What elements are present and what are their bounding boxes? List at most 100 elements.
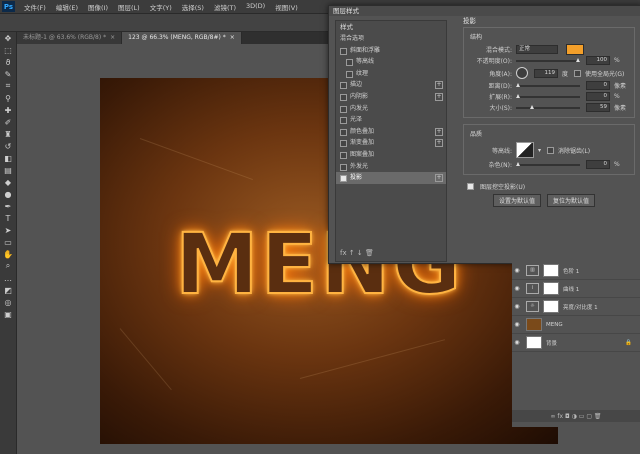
style-item[interactable]: 内发光 (336, 103, 446, 115)
style-checkbox[interactable] (346, 59, 353, 67)
visibility-eye-icon[interactable]: ◉ (512, 321, 522, 328)
angle-input[interactable]: 119 (534, 68, 558, 78)
add-icon[interactable]: + (435, 92, 443, 101)
style-item[interactable]: 图案叠加 (336, 149, 446, 161)
knockout-checkbox[interactable] (467, 183, 474, 190)
layer-row[interactable]: ◉ ☼ 亮度/对比度 1 (512, 298, 640, 316)
menu-item[interactable]: 选择(S) (177, 2, 209, 12)
zoom-tool-icon[interactable]: ⌕ (0, 260, 16, 272)
visibility-eye-icon[interactable]: ◉ (512, 285, 522, 292)
gradient-tool-icon[interactable]: ▤ (0, 164, 16, 176)
style-checkbox[interactable] (340, 163, 347, 171)
shadow-color-swatch[interactable] (566, 44, 584, 55)
style-list-footer-icons[interactable]: fx ↑ ↓ 🗑 (340, 249, 374, 257)
style-item[interactable]: 渐变叠加 + (336, 137, 446, 149)
brush-tool-icon[interactable]: ✐ (0, 116, 16, 128)
style-item[interactable]: 等高线 (336, 56, 446, 68)
style-item[interactable]: 颜色叠加 + (336, 126, 446, 138)
style-checkbox[interactable] (340, 175, 347, 183)
path-select-tool-icon[interactable]: ➤ (0, 224, 16, 236)
style-checkbox[interactable] (340, 47, 347, 55)
opacity-input[interactable]: 100 (586, 56, 610, 65)
menu-item[interactable]: 文字(Y) (145, 2, 177, 12)
document-tab[interactable]: 123 @ 66.3% (MENG, RGB/8#) * × (122, 32, 242, 44)
more-tools-icon[interactable]: … (0, 272, 16, 284)
reset-default-button[interactable]: 复位为默认值 (546, 194, 595, 207)
history-brush-tool-icon[interactable]: ↺ (0, 140, 16, 152)
style-item[interactable]: 内阴影 + (336, 91, 446, 103)
quick-mask-icon[interactable]: ◎ (0, 296, 16, 308)
layer-row[interactable]: ◉ 背景 🔒 (512, 334, 640, 352)
eyedropper-tool-icon[interactable]: ⚲ (0, 92, 16, 104)
contour-picker[interactable] (516, 142, 534, 158)
opacity-slider[interactable] (516, 57, 580, 62)
menu-item[interactable]: 视图(V) (270, 2, 303, 12)
type-tool-icon[interactable]: T (0, 212, 16, 224)
add-icon[interactable]: + (435, 127, 443, 136)
menu-item[interactable]: 文件(F) (19, 2, 51, 12)
menu-item[interactable]: 图像(I) (83, 2, 113, 12)
style-checkbox[interactable] (340, 140, 347, 148)
stamp-tool-icon[interactable]: ♜ (0, 128, 16, 140)
angle-dial[interactable] (516, 67, 528, 79)
antialias-checkbox[interactable] (547, 146, 555, 154)
style-item[interactable]: 外发光 (336, 161, 446, 173)
distance-slider[interactable] (516, 82, 580, 87)
menu-item[interactable]: 图层(L) (113, 2, 145, 12)
menu-item[interactable]: 编辑(E) (51, 2, 83, 12)
global-light-checkbox[interactable] (574, 69, 582, 77)
style-item[interactable]: 混合选项 (336, 33, 446, 45)
color-swatches-icon[interactable]: ◩ (0, 284, 16, 296)
style-checkbox[interactable] (340, 93, 347, 101)
eraser-tool-icon[interactable]: ◧ (0, 152, 16, 164)
layer-row[interactable]: ◉ ⌇ 曲线 1 (512, 280, 640, 298)
menu-item[interactable]: 滤镜(T) (209, 2, 241, 12)
healing-tool-icon[interactable]: ✚ (0, 104, 16, 116)
distance-input[interactable]: 0 (586, 81, 610, 90)
layer-row[interactable]: ◉ ▥ 色阶 1 (512, 262, 640, 280)
contour-dropdown-icon[interactable]: ▾ (538, 147, 541, 154)
spread-input[interactable]: 0 (586, 92, 610, 101)
visibility-eye-icon[interactable]: ◉ (512, 303, 522, 310)
style-checkbox[interactable] (340, 105, 347, 113)
noise-input[interactable]: 0 (586, 160, 610, 169)
style-checkbox[interactable] (346, 70, 353, 78)
move-tool-icon[interactable]: ✥ (0, 32, 16, 44)
visibility-eye-icon[interactable]: ◉ (512, 339, 522, 346)
menu-item[interactable]: 3D(D) (241, 2, 270, 12)
close-icon[interactable]: × (110, 34, 115, 41)
blend-mode-select[interactable]: 正常 (516, 45, 558, 54)
screen-mode-icon[interactable]: ▣ (0, 308, 16, 320)
style-checkbox[interactable] (340, 128, 347, 136)
pen-tool-icon[interactable]: ✒ (0, 200, 16, 212)
quick-select-tool-icon[interactable]: ✎ (0, 68, 16, 80)
visibility-eye-icon[interactable]: ◉ (512, 267, 522, 274)
add-icon[interactable]: + (435, 174, 443, 183)
style-checkbox[interactable] (340, 82, 347, 90)
spread-slider[interactable] (516, 93, 580, 98)
close-icon[interactable]: × (230, 34, 235, 41)
layers-footer-icons[interactable]: ∞ fx ◘ ◑ ▭ ▢ 🗑 (512, 410, 640, 422)
size-input[interactable]: 59 (586, 103, 610, 112)
dodge-tool-icon[interactable]: ● (0, 188, 16, 200)
layer-row[interactable]: ◉ MENG (512, 316, 640, 334)
shape-tool-icon[interactable]: ▭ (0, 236, 16, 248)
blur-tool-icon[interactable]: ◆ (0, 176, 16, 188)
set-default-button[interactable]: 设置为默认值 (493, 194, 542, 207)
crop-tool-icon[interactable]: ⌗ (0, 80, 16, 92)
style-checkbox[interactable] (340, 117, 347, 125)
style-checkbox[interactable] (340, 151, 347, 159)
add-icon[interactable]: + (435, 81, 443, 90)
size-slider[interactable] (516, 104, 580, 109)
noise-slider[interactable] (516, 161, 580, 166)
marquee-tool-icon[interactable]: ⬚ (0, 44, 16, 56)
style-item[interactable]: 光泽 (336, 114, 446, 126)
add-icon[interactable]: + (435, 139, 443, 148)
style-item[interactable]: 投影 + (336, 172, 446, 184)
style-item[interactable]: 纹理 (336, 68, 446, 80)
hand-tool-icon[interactable]: ✋ (0, 248, 16, 260)
style-item[interactable]: 描边 + (336, 79, 446, 91)
document-tab[interactable]: 未标题-1 @ 63.6% (RGB/8) * × (17, 32, 123, 44)
style-item[interactable]: 斜面和浮雕 (336, 45, 446, 57)
lasso-tool-icon[interactable]: ϑ (0, 56, 16, 68)
